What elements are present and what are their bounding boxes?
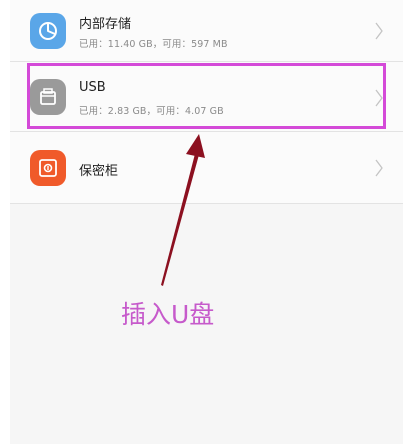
storage-item-usage: 已用：11.40 GB，可用：597 MB [79, 39, 228, 50]
storage-item-safe[interactable]: 保密柜 [10, 132, 403, 204]
safe-icon [30, 150, 66, 186]
chevron-right-icon [375, 22, 383, 40]
annotation-label: 插入U盘 [121, 300, 215, 329]
storage-item-internal[interactable]: 内部存储 已用：11.40 GB，可用：597 MB [10, 0, 403, 62]
storage-item-title: 内部存储 [79, 17, 132, 32]
chevron-right-icon [375, 159, 383, 177]
pie-chart-icon [30, 13, 66, 49]
storage-item-title: 保密柜 [79, 164, 119, 179]
usb-highlight-box [27, 63, 386, 129]
